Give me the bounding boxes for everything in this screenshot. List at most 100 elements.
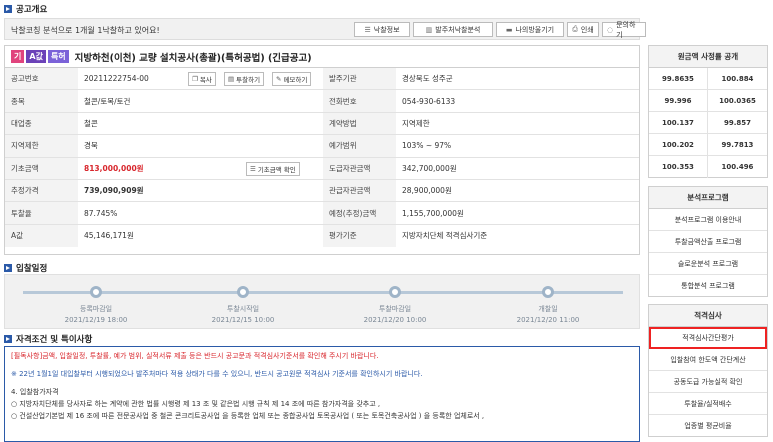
label-bid-rate: 투찰율 — [5, 202, 78, 224]
agency-analysis-button[interactable]: ▥ 발주처낙찰분석 — [413, 22, 493, 37]
bid-limit-calc-link[interactable]: 입찰참여 한도액 간단계산 — [649, 349, 767, 371]
timeline-dot — [237, 286, 249, 298]
badge-patent: 특허 — [47, 50, 69, 63]
clipboard-icon: ▤ — [228, 75, 235, 83]
badge-a-value: A값 — [26, 50, 46, 63]
label-contract-method: 계약방법 — [323, 112, 396, 135]
overview-title-text: 공고개요 — [16, 5, 48, 15]
price-compare-title: 원금액 사정률 공개 — [649, 46, 767, 68]
database-icon: ☰ — [250, 164, 256, 173]
compare-value: 100.353 — [649, 156, 708, 178]
bid-rate-multiple-link[interactable]: 투찰율/실적배수 — [649, 393, 767, 415]
copy-button[interactable]: ❐ 복사 — [188, 72, 216, 86]
my-basket-button[interactable]: ▬ 나의방울기기 — [496, 22, 564, 37]
folder-icon: ▬ — [505, 25, 513, 34]
table-row: 대업종 철콘 계약방법 지역제한 — [5, 112, 639, 136]
schedule-date: 2021/12/15 10:00 — [211, 316, 275, 324]
conditions-line: ○ 지방자치단체를 당사자로 하는 계약에 관한 법률 시행령 제 13 조 및… — [11, 400, 381, 408]
label-agency: 발주기관 — [323, 68, 396, 90]
integrated-analysis-program-link[interactable]: 통합분석 프로그램 — [649, 275, 767, 297]
compare-row: 100.353 100.496 — [649, 156, 767, 178]
table-row: 기초금액 813,000,000원 ☰ 기초금액 확인 도급자관금액 342,70… — [5, 157, 639, 180]
table-row: A값 45,146,171원 평가기준 지방자치단체 적격심사기준 — [5, 224, 639, 248]
copy-icon: ❐ — [192, 75, 198, 83]
bid-info-table: 기 A값 특허 지방하천(이천) 교량 설치공사(총괄)(특허공법) (긴급공고… — [4, 45, 640, 255]
quick-evaluation-link[interactable]: 적격심사간단평가 — [649, 327, 767, 349]
analysis-title: 분석프로그램 — [649, 187, 767, 209]
timeline-dot — [90, 286, 102, 298]
qualification-title: 적격심사 — [649, 305, 767, 327]
table-row: 지역제한 경북 예가범위 103% ~ 97% — [5, 135, 639, 158]
timeline-line — [23, 291, 623, 294]
project-title: 지방하천(이천) 교량 설치공사(총괄)(특허공법) (긴급공고) — [74, 52, 312, 64]
slow-analysis-program-link[interactable]: 슬로운분석 프로그램 — [649, 253, 767, 275]
conditions-line: ※ 22년 1월1일 대입찰부터 시행되었으나 발주처마다 적용 상태가 다를 … — [11, 370, 423, 378]
value-bid-rate: 87.745% — [84, 208, 118, 218]
inquiry-button[interactable]: ◌ 문의하기 — [602, 21, 646, 39]
schedule-date: 2021/12/19 18:00 — [64, 316, 128, 324]
value-contractor-material: 342,700,000원 — [402, 163, 457, 173]
compare-value: 99.857 — [723, 118, 751, 127]
schedule-label: 등록마감일 — [79, 305, 113, 313]
label-estimated-price: 추정가격 — [5, 180, 78, 202]
print-icon: ⎙ — [572, 25, 578, 33]
notice-bar: 낙찰코칭 분석으로 1개월 1낙찰하고 있어요! ☰ 낙찰정보 ▥ 발주처낙찰분석 … — [4, 18, 646, 40]
conditions-section-title: 자격조건 및 특이사항 — [4, 333, 92, 345]
print-button[interactable]: ⎙ 인쇄 — [567, 22, 599, 37]
chart-icon: ▥ — [425, 25, 433, 34]
bid-button[interactable]: ▤ 투찰하기 — [224, 72, 265, 86]
label-category: 종목 — [5, 90, 78, 112]
label-price-range: 예가범위 — [323, 135, 396, 157]
schedule-title-text: 입찰일정 — [16, 264, 48, 274]
conditions-line: ○ 건설산업기본법 제 16 조에 따른 전문공사업 중 철콘 콘크리트공사업 … — [11, 412, 485, 420]
value-agency: 경상북도 성주군 — [402, 74, 453, 84]
value-estimated-price: 739,090,909원 — [84, 186, 144, 196]
compare-value: 100.496 — [721, 163, 754, 171]
compare-value: 100.137 — [649, 112, 708, 133]
schedule-label: 투찰마감일 — [378, 305, 412, 313]
compare-row: 99.996 100.0365 — [649, 90, 767, 112]
compare-value: 100.884 — [721, 74, 754, 83]
label-govt-material: 관급자관금액 — [323, 180, 396, 202]
notice-text: 낙찰코칭 분석으로 1개월 1낙찰하고 있어요! — [11, 26, 160, 35]
base-amount-check-button[interactable]: ☰ 기초금액 확인 — [246, 161, 300, 176]
schedule-timeline: 등록마감일 2021/12/19 18:00 투찰시작일 2021/12/15 … — [4, 274, 640, 329]
value-contract-method: 지역제한 — [402, 118, 430, 128]
bid-amount-program-link[interactable]: 투찰금액산출 프로그램 — [649, 231, 767, 253]
value-evaluation-standard: 지방자치단체 적격심사기준 — [402, 231, 488, 241]
badge-gi: 기 — [11, 50, 25, 63]
value-govt-material: 28,900,000원 — [402, 186, 452, 196]
industry-average-link[interactable]: 업종별 평균비율 — [649, 415, 767, 437]
conditions-line: 4. 입찰참가자격 — [11, 388, 59, 396]
overview-section-title: 공고개요 — [4, 3, 47, 15]
conditions-title-text: 자격조건 및 특이사항 — [16, 335, 93, 345]
memo-button[interactable]: ✎ 메모하기 — [272, 72, 312, 86]
value-base-amount: 813,000,000원 ☰ 기초금액 확인 — [78, 158, 323, 179]
timeline-dot — [389, 286, 401, 298]
label-notice-number: 공고번호 — [5, 68, 78, 90]
compare-value: 99.996 — [649, 90, 708, 111]
table-row: 종목 철콘/토목/토건 전화번호 054-930-6133 — [5, 90, 639, 113]
edit-icon: ✎ — [276, 75, 282, 83]
joint-contract-check-link[interactable]: 공동도급 가능실적 확인 — [649, 371, 767, 393]
arrow-icon — [4, 264, 12, 272]
value-price-range: 103% ~ 97% — [402, 141, 452, 151]
label-planned-amount: 예정(추정)금액 — [323, 202, 396, 224]
label-base-amount: 기초금액 — [5, 157, 78, 179]
label-region: 지역제한 — [5, 135, 78, 157]
label-a-value: A값 — [5, 224, 78, 248]
bid-info-button[interactable]: ☰ 낙찰정보 — [354, 22, 410, 37]
table-row: 추정가격 739,090,909원 관급자관금액 28,900,000원 — [5, 180, 639, 203]
compare-value: 100.202 — [649, 134, 708, 155]
analysis-panel: 분석프로그램 분석프로그램 이용안내 투찰금액산출 프로그램 슬로운분석 프로그… — [648, 186, 768, 297]
schedule-section-title: 입찰일정 — [4, 262, 47, 274]
chat-icon: ◌ — [607, 25, 614, 34]
conditions-line: [필독사항]금액, 입찰일정, 투찰률, 예가 범위, 실적서류 제출 등은 반… — [11, 352, 379, 360]
table-row: 투찰율 87.745% 예정(추정)금액 1,155,700,000원 — [5, 202, 639, 225]
price-compare-panel: 원금액 사정률 공개 99.8635 100.884 99.996 100.03… — [648, 45, 768, 178]
label-main-industry: 대업종 — [5, 112, 78, 135]
compare-value: 99.7813 — [721, 140, 754, 149]
qualification-panel: 적격심사 적격심사간단평가 입찰참여 한도액 간단계산 공동도급 가능실적 확인… — [648, 304, 768, 437]
analysis-guide-link[interactable]: 분석프로그램 이용안내 — [649, 209, 767, 231]
timeline-dot — [542, 286, 554, 298]
